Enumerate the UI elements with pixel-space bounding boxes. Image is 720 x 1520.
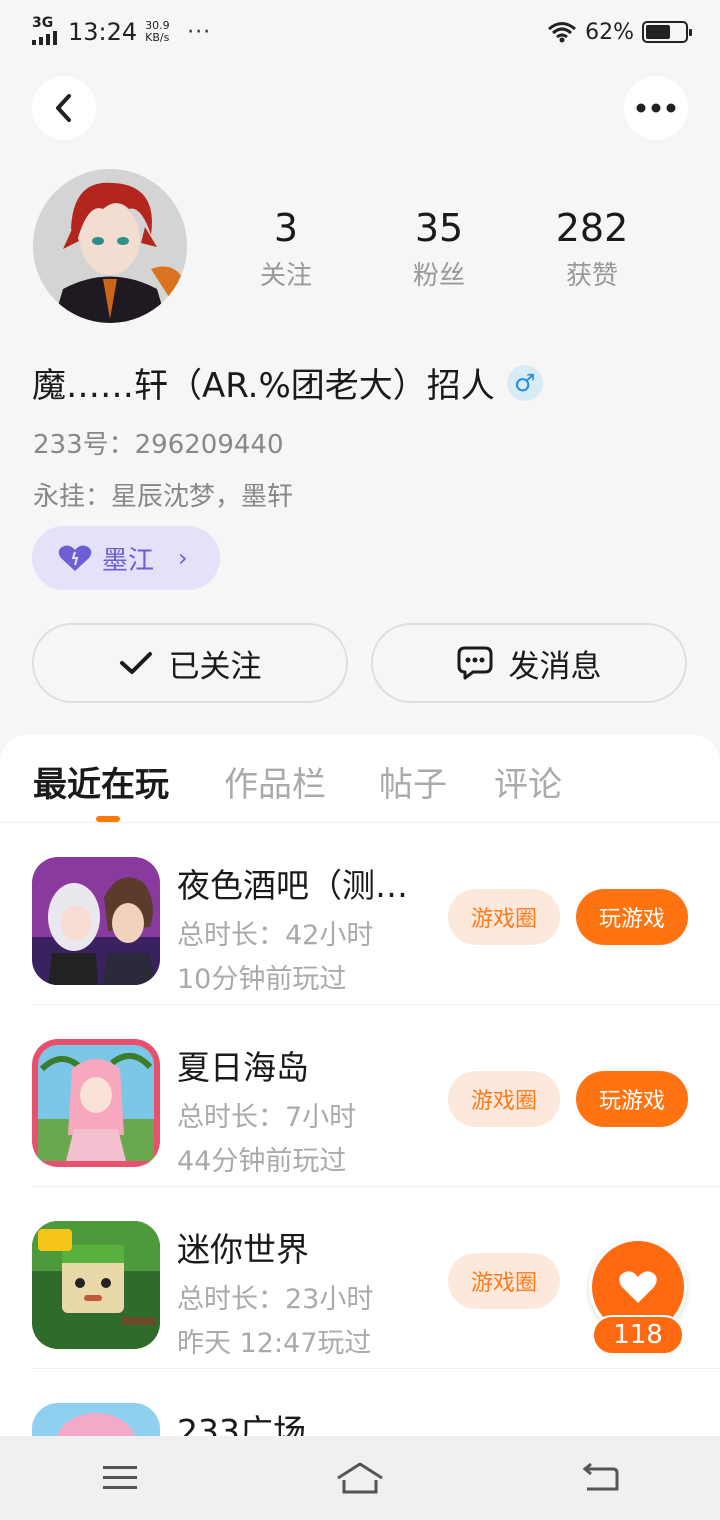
system-nav-bar: [0, 1436, 720, 1520]
tag-pill[interactable]: 墨江 ›: [32, 526, 220, 590]
heart-icon: [58, 545, 92, 571]
game-last-played: 10分钟前玩过: [177, 964, 347, 995]
game-icon[interactable]: [32, 857, 160, 985]
likes-stat[interactable]: 282 获赞: [522, 205, 662, 292]
game-last-played: 昨天 12:47玩过: [177, 1328, 372, 1359]
game-circle-button[interactable]: 游戏圈: [448, 889, 560, 945]
tab-recently-played[interactable]: 最近在玩: [33, 757, 169, 806]
tab-bar: 最近在玩 作品栏 帖子 评论: [0, 735, 720, 823]
back-nav-icon[interactable]: [560, 1448, 640, 1508]
network-type: 3G: [32, 14, 54, 31]
game-duration: 总时长：23小时: [177, 1284, 374, 1315]
send-message-button[interactable]: 发消息: [371, 623, 687, 703]
wifi-icon: [548, 22, 577, 43]
male-gender-icon: ♂: [506, 364, 543, 401]
game-duration: 总时长：42小时: [177, 920, 374, 951]
user-id: 233号：296209440: [33, 430, 284, 460]
user-bio: 永挂：星辰沈梦，墨轩: [33, 482, 294, 512]
profile-stats: 3 关注 35 粉丝 282 获赞: [216, 205, 662, 292]
play-game-button[interactable]: 玩游戏: [576, 889, 688, 945]
menu-icon[interactable]: [80, 1448, 160, 1508]
home-icon[interactable]: [320, 1448, 400, 1508]
game-row[interactable]: 夏日海岛 总时长：7小时 44分钟前玩过 游戏圈 玩游戏: [32, 1005, 720, 1187]
clock: 13:24: [68, 18, 138, 46]
tab-works[interactable]: 作品栏: [224, 757, 326, 806]
game-duration: 总时长：7小时: [177, 1102, 357, 1133]
game-last-played: 44分钟前玩过: [177, 1146, 347, 1177]
more-notifications-icon: ···: [187, 19, 212, 45]
followers-stat[interactable]: 35 粉丝: [369, 205, 509, 292]
tab-posts[interactable]: 帖子: [379, 757, 447, 806]
more-options-button[interactable]: [624, 76, 688, 140]
game-icon[interactable]: [32, 1039, 160, 1167]
username: 魔……轩（AR.%团老大）招人: [32, 366, 495, 406]
game-title: 迷你世界: [177, 1230, 309, 1269]
battery-icon: [642, 21, 692, 43]
chevron-right-icon: ›: [178, 544, 188, 572]
following-stat[interactable]: 3 关注: [216, 205, 356, 292]
tab-indicator: [96, 816, 120, 822]
tab-comments[interactable]: 评论: [494, 757, 562, 806]
status-bar: 3G 13:24 30.9 KB/s ··· 62%: [0, 0, 720, 64]
more-horizontal-icon: [636, 103, 676, 113]
avatar[interactable]: [33, 169, 187, 323]
chat-bubble-icon: [457, 646, 492, 680]
battery-percent: 62%: [585, 19, 634, 45]
signal-icon: 3G: [32, 16, 60, 49]
followed-button[interactable]: 已关注: [32, 623, 348, 703]
game-row[interactable]: 夜色酒吧（测… 总时长：42小时 10分钟前玩过 游戏圈 玩游戏: [32, 823, 720, 1005]
back-button[interactable]: [32, 76, 96, 140]
network-speed: 30.9 KB/s: [145, 19, 170, 44]
chevron-left-icon: [56, 94, 71, 122]
heart-icon: [619, 1271, 657, 1303]
game-title: 夜色酒吧（测…: [177, 866, 408, 905]
game-icon[interactable]: [32, 1221, 160, 1349]
game-circle-button[interactable]: 游戏圈: [448, 1253, 560, 1309]
content-card: 最近在玩 作品栏 帖子 评论 夜色酒吧（测… 总时长：42小时 10分钟前玩过 …: [0, 735, 720, 1520]
username-row: 魔……轩（AR.%团老大）招人 ♂: [32, 358, 543, 407]
play-game-button[interactable]: 玩游戏: [576, 1071, 688, 1127]
check-icon: [119, 652, 152, 674]
tag-label: 墨江: [102, 545, 155, 576]
game-circle-button[interactable]: 游戏圈: [448, 1071, 560, 1127]
game-title: 夏日海岛: [177, 1048, 309, 1087]
like-count: 118: [592, 1315, 684, 1355]
